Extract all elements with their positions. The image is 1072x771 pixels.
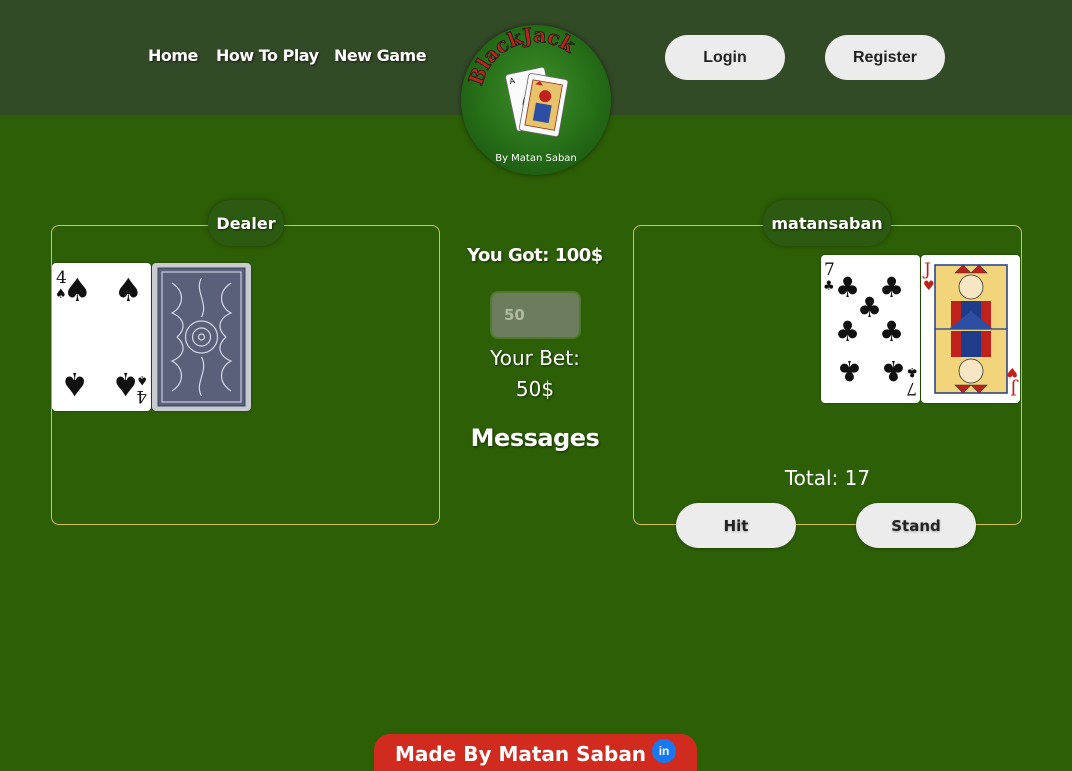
svg-text:♥: ♥ [1006, 364, 1018, 379]
nav-new-game-link[interactable]: New Game [334, 46, 427, 65]
balance-text: You Got: 100$ [467, 245, 603, 266]
svg-text:♠: ♠ [60, 365, 89, 403]
svg-text:J: J [1010, 378, 1019, 398]
hit-button[interactable]: Hit [676, 503, 796, 548]
svg-text:♣: ♣ [906, 364, 918, 379]
login-button[interactable]: Login [665, 35, 785, 80]
linkedin-icon[interactable]: in [652, 739, 677, 763]
svg-text:♠: ♠ [114, 271, 143, 309]
jack-of-hearts-icon: J ♥ J ♥ [922, 260, 1019, 398]
footer-credit[interactable]: Made By Matan Saban in [374, 734, 697, 771]
nav-how-to-play-link[interactable]: How To Play [216, 46, 319, 65]
card-back-pattern-icon [157, 267, 246, 407]
logo-subtitle: By Matan Saban [495, 153, 577, 164]
svg-text:♣: ♣ [881, 354, 906, 387]
player-name-label: matansaban [763, 200, 891, 246]
svg-text:♣: ♣ [879, 315, 904, 348]
nav-home-link[interactable]: Home [148, 46, 198, 65]
svg-text:♠: ♠ [111, 365, 140, 403]
footer-text: Made By Matan Saban [394, 742, 647, 766]
register-button[interactable]: Register [825, 35, 945, 80]
player-card-jack-of-hearts: J ♥ J ♥ [921, 255, 1020, 403]
svg-text:J: J [922, 260, 931, 280]
svg-text:♥: ♥ [923, 279, 935, 294]
player-total: Total: 17 [784, 466, 871, 490]
club-icon: 7 ♣ ♣ ♣ ♣ ♣ ♣ 7 ♣ ♣ ♣ [823, 260, 918, 398]
svg-text:♣: ♣ [879, 271, 904, 304]
svg-text:7: 7 [906, 378, 917, 398]
bet-value: 50$ [515, 377, 555, 401]
player-card-seven-of-clubs: 7 ♣ ♣ ♣ ♣ ♣ ♣ 7 ♣ ♣ ♣ [821, 255, 920, 403]
svg-text:♣: ♣ [823, 279, 835, 294]
dealer-label: Dealer [208, 200, 284, 246]
svg-text:♠: ♠ [63, 271, 92, 309]
bet-label: Your Bet: [490, 346, 580, 370]
blackjack-logo[interactable]: BlackJack A By Matan Saban [461, 25, 611, 175]
dealer-card-four-of-spades: 4 ♠ ♠ ♠ 4 ♠ ♠ ♠ [52, 263, 151, 411]
svg-text:♣: ♣ [837, 354, 862, 387]
bet-amount-input[interactable]: 50 [490, 291, 581, 339]
spade-icon: 4 ♠ ♠ ♠ 4 ♠ ♠ ♠ [55, 268, 148, 406]
messages-title: Messages [470, 424, 600, 452]
svg-text:7: 7 [824, 260, 835, 280]
dealer-card-face-down [152, 263, 251, 411]
svg-text:♣: ♣ [835, 315, 860, 348]
stand-button[interactable]: Stand [856, 503, 976, 548]
